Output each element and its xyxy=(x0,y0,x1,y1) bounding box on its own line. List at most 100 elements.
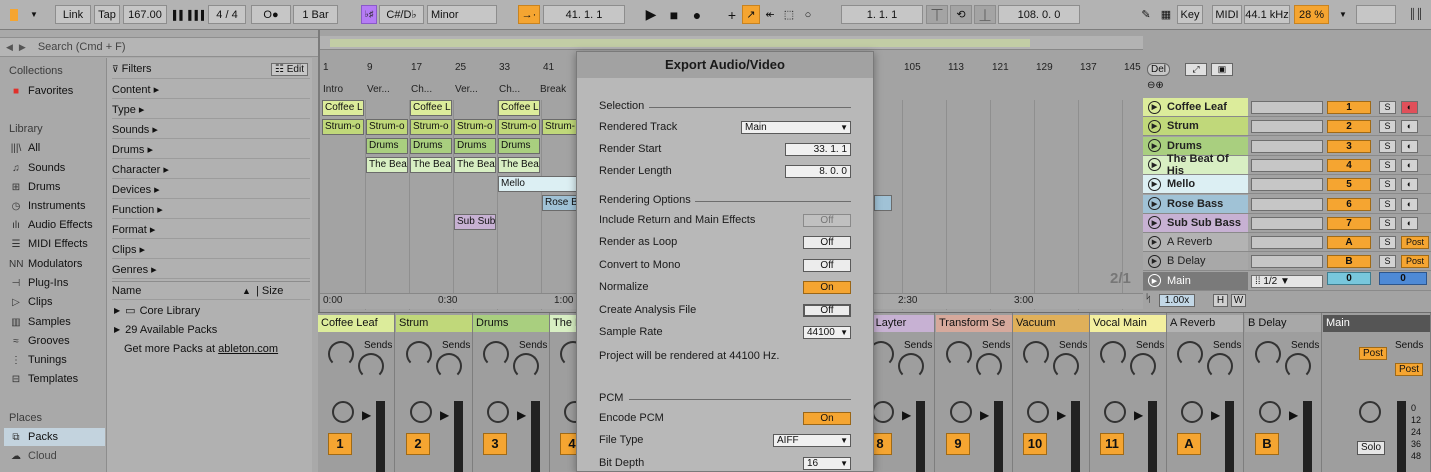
back-to-arrangement-icon[interactable]: ↞ xyxy=(762,5,778,24)
h-button[interactable]: H xyxy=(1213,294,1228,307)
filter-item[interactable]: Character ▸ xyxy=(112,160,310,179)
cpu-menu-icon[interactable]: ▼ xyxy=(1335,5,1351,24)
send-b-knob[interactable] xyxy=(1053,353,1079,379)
channel-name[interactable]: Coffee Leaf xyxy=(318,315,394,332)
clip[interactable]: Drums xyxy=(410,138,452,154)
scale-icon[interactable]: ♭♯ xyxy=(361,5,377,24)
computer-keyboard-icon[interactable]: ▦ xyxy=(1157,5,1175,24)
clip[interactable]: Drums xyxy=(498,138,540,154)
sidebar-item-tunings[interactable]: ⋮ Tunings xyxy=(9,354,67,366)
bit-depth-select[interactable]: 16 xyxy=(803,457,851,470)
filter-item[interactable]: Format ▸ xyxy=(112,220,310,239)
tap-button[interactable]: Tap xyxy=(94,5,120,24)
capture-icon[interactable]: ⬚ xyxy=(781,5,797,24)
pan-knob[interactable] xyxy=(487,401,509,423)
send-a-knob[interactable] xyxy=(1100,341,1126,367)
back-icon[interactable]: ◀ xyxy=(6,42,13,53)
normalize-toggle[interactable]: On xyxy=(803,281,851,294)
track-header[interactable]: ▶ Sub Sub Bass 7 S ◐ xyxy=(1143,213,1431,233)
clip[interactable]: The Beat xyxy=(498,157,540,173)
volume-arrow-icon[interactable]: ▶ xyxy=(517,408,526,422)
send-a-knob[interactable] xyxy=(1177,341,1203,367)
time-signature-field[interactable]: 4 / 4 xyxy=(208,5,246,24)
solo-button[interactable]: S xyxy=(1379,101,1396,114)
play-clip-icon[interactable]: ▶ xyxy=(1148,177,1161,191)
track-activator[interactable]: 1 xyxy=(1327,101,1371,114)
render-start-field[interactable]: 33. 1. 1 xyxy=(785,143,851,156)
punch-in-icon[interactable]: ⏉ xyxy=(926,5,948,24)
expand-arrow-icon[interactable]: ▶ xyxy=(114,325,120,334)
track-header[interactable]: ▶ B Delay B S Post xyxy=(1143,252,1431,272)
track-name[interactable]: ▶ The Beat Of His xyxy=(1143,153,1248,177)
play-clip-icon[interactable]: ▶ xyxy=(1148,100,1161,114)
filter-item[interactable]: Clips ▸ xyxy=(112,240,310,259)
encode-pcm-toggle[interactable]: On xyxy=(803,412,851,425)
sidebar-item-cloud[interactable]: ☁ Cloud xyxy=(9,450,57,462)
locator-verse[interactable]: Ver... xyxy=(367,84,390,95)
solo-button[interactable]: S xyxy=(1379,178,1396,192)
clip[interactable]: Drums xyxy=(454,138,496,154)
filter-item[interactable]: Function ▸ xyxy=(112,200,310,219)
track-name[interactable]: ▶ Drums xyxy=(1143,136,1248,155)
quantize-select[interactable]: 1 Bar xyxy=(293,5,338,24)
locator-chorus[interactable]: Ch... xyxy=(499,84,520,95)
clip-slot[interactable] xyxy=(1251,120,1323,134)
key-map-button[interactable]: Key xyxy=(1177,5,1203,24)
track-activator[interactable]: B xyxy=(1255,433,1279,455)
metronome-button[interactable]: O● xyxy=(251,5,291,24)
track-activator[interactable]: 1 xyxy=(328,433,352,455)
sidebar-item-clips[interactable]: ▷ Clips xyxy=(9,296,52,308)
clip[interactable]: The Beat xyxy=(410,157,452,173)
clip[interactable]: Rose Ba xyxy=(542,195,578,211)
track-name[interactable]: ▶ A Reverb xyxy=(1143,233,1248,252)
tempo-field[interactable]: 167.00 xyxy=(123,5,167,24)
send-a-knob[interactable] xyxy=(406,341,432,367)
clip-slot[interactable] xyxy=(1251,197,1323,211)
play-clip-icon[interactable]: ▶ xyxy=(1148,119,1161,133)
send-a-knob[interactable] xyxy=(1023,341,1049,367)
volume-arrow-icon[interactable]: ▶ xyxy=(362,408,371,422)
send-b-knob[interactable] xyxy=(1207,353,1233,379)
loop-length-field[interactable]: 108. 0. 0 xyxy=(998,5,1080,24)
session-record-icon[interactable]: ○ xyxy=(800,5,816,24)
channel-name[interactable]: Vocal Main xyxy=(1090,315,1166,332)
sidebar-item-modulators[interactable]: NN Modulators xyxy=(9,258,82,270)
midi-map-button[interactable]: MIDI xyxy=(1212,5,1242,24)
solo-button[interactable]: S xyxy=(1379,255,1396,269)
file-type-select[interactable]: AIFF xyxy=(773,434,851,447)
link-button[interactable]: Link xyxy=(55,5,91,24)
channel-name[interactable]: A Reverb xyxy=(1167,315,1243,332)
track-name[interactable]: ▶ Strum xyxy=(1143,117,1248,136)
list-item[interactable]: ▶ ▭ Core Library xyxy=(112,301,310,320)
volume-arrow-icon[interactable]: ▶ xyxy=(1289,408,1298,422)
sidebar-item-all[interactable]: |||\ All xyxy=(9,142,41,154)
sidebar-item-sounds[interactable]: ♫ Sounds xyxy=(9,162,65,174)
send-b-knob[interactable] xyxy=(358,353,384,379)
track-header[interactable]: ▶ A Reverb A S Post xyxy=(1143,233,1431,253)
clip-slot[interactable] xyxy=(1251,101,1323,114)
name-column-header[interactable]: Name xyxy=(112,285,141,297)
render-length-field[interactable]: 8. 0. 0 xyxy=(785,165,851,178)
locator-intro[interactable]: Intro xyxy=(323,84,343,95)
solo-button[interactable]: S xyxy=(1379,216,1396,230)
record-arm-icon[interactable]: ◐ xyxy=(1401,120,1418,134)
convert-mono-toggle[interactable]: Off xyxy=(803,259,851,272)
output-select[interactable]: ⁞⁞ 1/2 ▼ xyxy=(1251,274,1323,288)
delete-button[interactable]: Del xyxy=(1147,63,1171,76)
send-b-knob[interactable] xyxy=(1130,353,1156,379)
main-volume[interactable]: 0 xyxy=(1379,271,1427,285)
arrangement-position-field[interactable]: 41. 1. 1 xyxy=(543,5,625,24)
clip[interactable]: Strum-o xyxy=(322,119,364,135)
nudge-icon[interactable]: ▌▌▌ ▌▌▌ xyxy=(169,5,205,24)
sidebar-item-plug-ins[interactable]: ⊣ Plug-Ins xyxy=(9,277,69,289)
filter-item[interactable]: Sounds ▸ xyxy=(112,120,310,139)
search-bar[interactable]: ◀ ▶ Search (Cmd + F) xyxy=(0,37,318,57)
volume-arrow-icon[interactable]: ▶ xyxy=(980,408,989,422)
render-loop-toggle[interactable]: Off xyxy=(803,236,851,249)
pan-knob[interactable] xyxy=(872,401,894,423)
filter-item[interactable]: Devices ▸ xyxy=(112,180,310,199)
send-b-knob[interactable] xyxy=(1285,353,1311,379)
record-arm-icon[interactable]: ◐ xyxy=(1401,178,1418,192)
pan-knob[interactable] xyxy=(1104,401,1126,423)
clip-slot[interactable] xyxy=(1251,139,1323,153)
